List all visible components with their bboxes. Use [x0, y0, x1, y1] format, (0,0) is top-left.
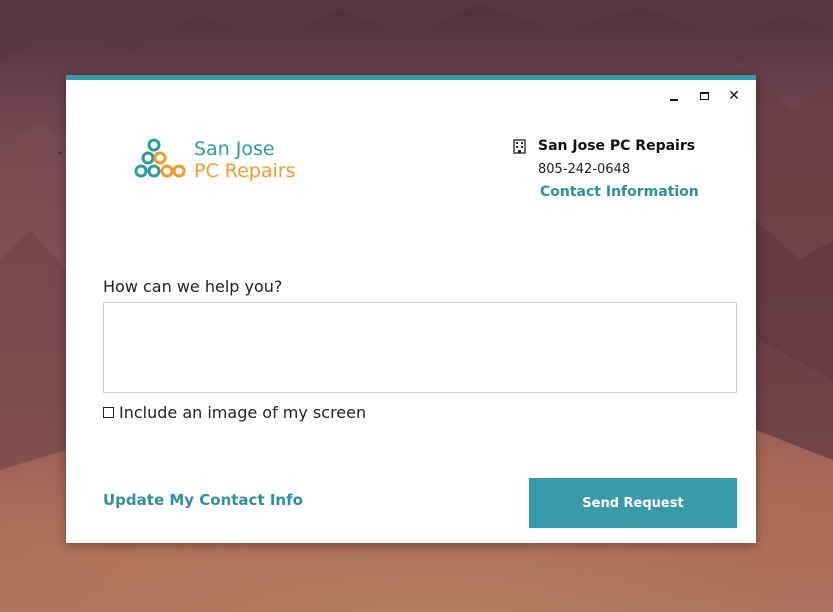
maximize-button[interactable]: [696, 88, 712, 104]
remote-support-window: ✕ San Jose PC Repairs San Jose PC Repair…: [66, 75, 756, 543]
close-icon: ✕: [728, 88, 740, 104]
logo-text-line1: San Jose: [194, 138, 275, 160]
include-screenshot-checkbox[interactable]: [103, 407, 114, 418]
window-controls: ✕: [666, 88, 742, 104]
company-info: San Jose PC Repairs 805-242-0648 Contact…: [513, 138, 699, 200]
help-label: How can we help you?: [103, 277, 283, 296]
help-request-input[interactable]: [103, 302, 737, 393]
chain-network-icon: [134, 138, 186, 178]
building-icon: [513, 138, 526, 154]
include-screenshot-label: Include an image of my screen: [119, 403, 367, 422]
company-phone: 805-242-0648: [538, 162, 631, 177]
update-contact-info-link[interactable]: Update My Contact Info: [103, 491, 303, 509]
send-request-button[interactable]: Send Request: [529, 478, 737, 528]
minimize-icon: [670, 99, 678, 101]
close-button[interactable]: ✕: [726, 88, 742, 104]
chevron-down-icon: ⌄: [56, 146, 65, 157]
maximize-icon: [699, 92, 709, 100]
minimize-button[interactable]: [666, 88, 682, 104]
company-name: San Jose PC Repairs: [538, 138, 696, 154]
contact-information-link[interactable]: Contact Information: [540, 184, 699, 200]
company-logo: San Jose PC Repairs: [134, 138, 296, 182]
include-screenshot-option[interactable]: Include an image of my screen: [103, 403, 366, 422]
logo-text-line2: PC Repairs: [194, 160, 296, 182]
